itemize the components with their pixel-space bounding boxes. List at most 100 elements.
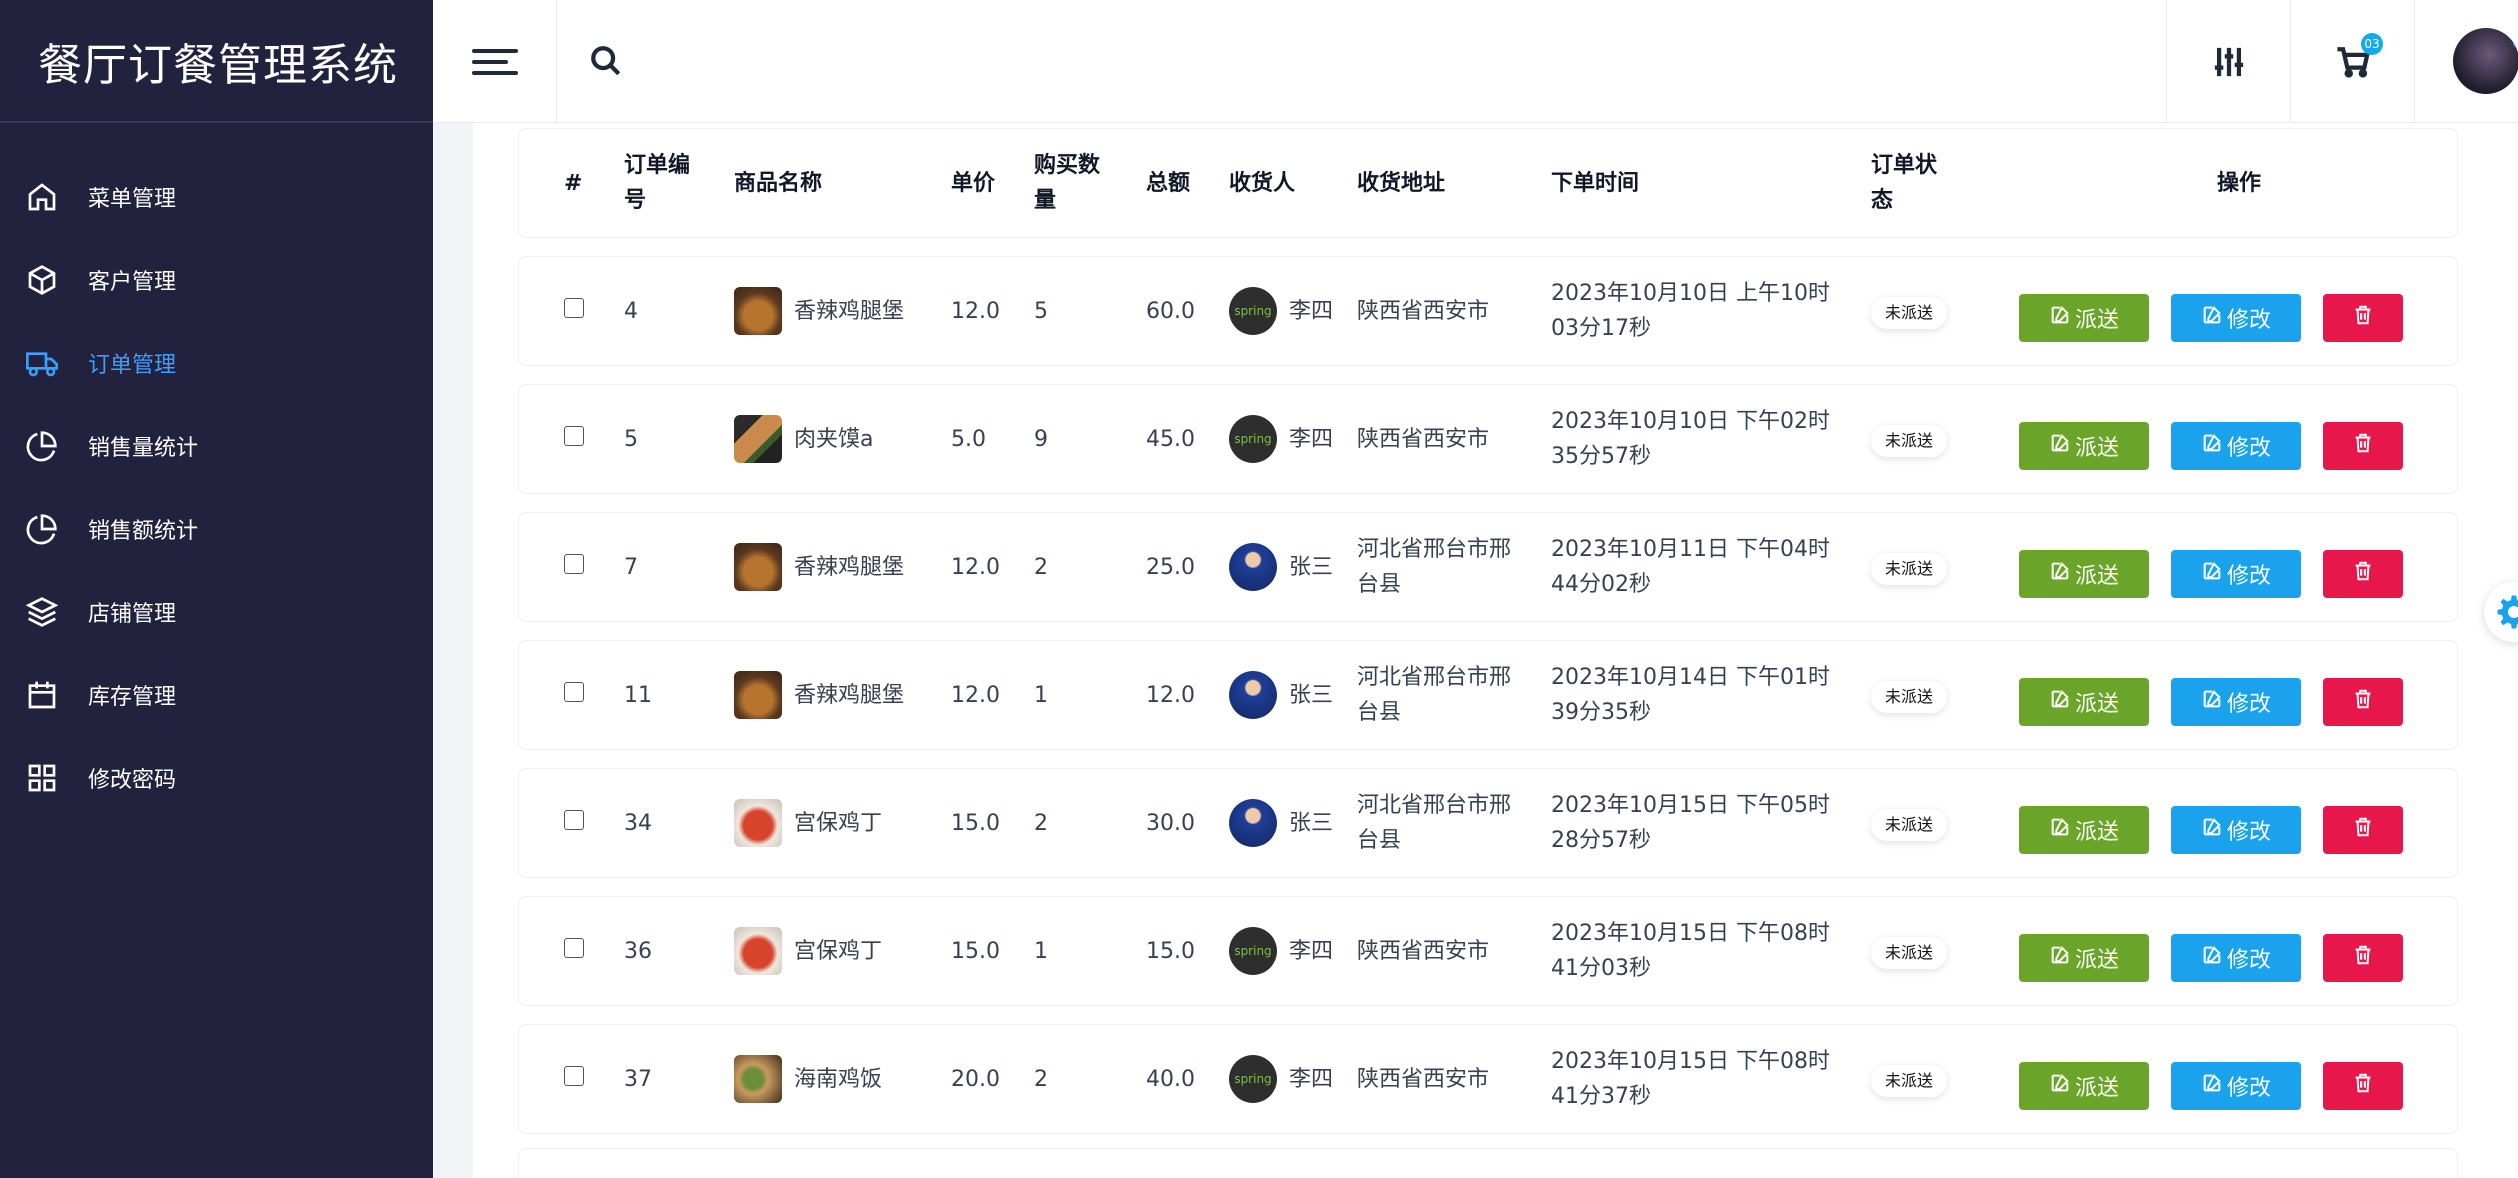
edit-button[interactable]: 修改 — [2171, 550, 2301, 598]
receiver-cell: spring 李四 — [1229, 1055, 1333, 1103]
pie-chart-icon — [26, 513, 58, 545]
product-cell: 香辣鸡腿堡 — [734, 287, 934, 335]
trash-icon — [2352, 304, 2374, 332]
receiver-avatar-label: spring — [1234, 1071, 1272, 1086]
unit-price: 15.0 — [951, 938, 1000, 964]
edit-icon — [2201, 1072, 2227, 1100]
user-avatar[interactable] — [2453, 28, 2518, 94]
product-cell: 香辣鸡腿堡 — [734, 671, 934, 719]
edit-button[interactable]: 修改 — [2171, 678, 2301, 726]
sidebar-item-menu[interactable]: 菜单管理 — [0, 155, 433, 238]
sidebar-item-stores[interactable]: 店铺管理 — [0, 570, 433, 653]
edit-button[interactable]: 修改 — [2171, 1062, 2301, 1110]
header-order-no: 订单编号 — [624, 153, 691, 213]
row-checkbox[interactable] — [564, 554, 584, 574]
delivery-address: 河北省邢台市邢台县 — [1357, 793, 1512, 853]
delete-button[interactable] — [2323, 806, 2403, 854]
dispatch-button[interactable]: 派送 — [2019, 550, 2149, 598]
sidebar-item-sales-volume[interactable]: 销售量统计 — [0, 404, 433, 487]
sidebar-item-label: 客户管理 — [88, 269, 177, 295]
row-checkbox-cell — [564, 298, 584, 318]
sidebar-item-sales-amount[interactable]: 销售额统计 — [0, 487, 433, 570]
table-row: 4 香辣鸡腿堡 12.0 5 60.0 spring 李四 陕西省西安市 2023年10月10日… — [518, 256, 2458, 366]
row-checkbox[interactable] — [564, 682, 584, 702]
grid-icon — [26, 762, 58, 794]
dispatch-button[interactable]: 派送 — [2019, 678, 2149, 726]
dispatch-button[interactable]: 派送 — [2019, 1062, 2149, 1110]
cart-button[interactable]: 03 — [2290, 0, 2414, 123]
unit-price: 12.0 — [951, 298, 1000, 324]
order-id: 5 — [624, 426, 638, 452]
product-name: 海南鸡饭 — [794, 1066, 883, 1092]
row-checkbox-cell — [564, 938, 584, 958]
row-checkbox-cell — [564, 554, 584, 574]
receiver-cell: spring 李四 — [1229, 415, 1333, 463]
table-row-partial — [518, 1148, 2458, 1178]
delivery-address: 陕西省西安市 — [1357, 938, 1490, 964]
trash-icon — [2352, 688, 2374, 716]
row-checkbox[interactable] — [564, 938, 584, 958]
edit-button[interactable]: 修改 — [2171, 806, 2301, 854]
sidebar-item-password[interactable]: 修改密码 — [0, 736, 433, 819]
cart-badge: 03 — [2361, 33, 2383, 55]
sidebar-item-customers[interactable]: 客户管理 — [0, 238, 433, 321]
table-header-row: # 订单编号 商品名称 单价 购买数量 总额 收货人 收货地址 下单时间 订单状… — [518, 128, 2458, 238]
receiver-name: 张三 — [1289, 682, 1334, 708]
row-checkbox[interactable] — [564, 810, 584, 830]
row-checkbox[interactable] — [564, 426, 584, 446]
header-qty: 购买数量 — [1034, 153, 1101, 213]
search-button[interactable] — [583, 38, 629, 84]
edit-icon — [2049, 944, 2075, 972]
sidebar-item-orders[interactable]: 订单管理 — [0, 321, 433, 404]
dispatch-button[interactable]: 派送 — [2019, 806, 2149, 854]
status-cell: 未派送 — [1871, 806, 1951, 841]
edit-button[interactable]: 修改 — [2171, 422, 2301, 470]
edit-icon — [2201, 560, 2227, 588]
menu-toggle-button[interactable] — [433, 0, 557, 123]
total-amount: 12.0 — [1146, 682, 1195, 708]
delete-button[interactable] — [2323, 934, 2403, 982]
row-checkbox[interactable] — [564, 298, 584, 318]
dispatch-label: 派送 — [2074, 563, 2119, 588]
delete-button[interactable] — [2323, 294, 2403, 342]
table-row: 34 宫保鸡丁 15.0 2 30.0 张三 河北省邢台市邢台县 2023年10月15日 下午… — [518, 768, 2458, 878]
dispatch-label: 派送 — [2074, 435, 2119, 460]
delete-button[interactable] — [2323, 550, 2403, 598]
receiver-avatar-label: spring — [1234, 431, 1272, 446]
order-id: 37 — [624, 1066, 652, 1092]
product-name: 香辣鸡腿堡 — [794, 298, 905, 324]
gear-icon — [2497, 595, 2518, 629]
receiver-name: 张三 — [1289, 554, 1334, 580]
orders-table: # 订单编号 商品名称 单价 购买数量 总额 收货人 收货地址 下单时间 订单状… — [518, 128, 2458, 1152]
product-thumbnail — [734, 671, 782, 719]
header-index: # — [564, 170, 583, 196]
dispatch-button[interactable]: 派送 — [2019, 934, 2149, 982]
status-cell: 未派送 — [1871, 1062, 1951, 1097]
delivery-address: 陕西省西安市 — [1357, 426, 1490, 452]
dispatch-button[interactable]: 派送 — [2019, 422, 2149, 470]
unit-price: 20.0 — [951, 1066, 1000, 1092]
product-name: 香辣鸡腿堡 — [794, 554, 905, 580]
receiver-avatar — [1229, 671, 1277, 719]
delete-button[interactable] — [2323, 678, 2403, 726]
settings-sliders-button[interactable] — [2166, 0, 2290, 123]
order-id: 11 — [624, 682, 652, 708]
delete-button[interactable] — [2323, 422, 2403, 470]
sidebar-item-inventory[interactable]: 库存管理 — [0, 653, 433, 736]
status-badge: 未派送 — [1871, 297, 1948, 329]
header-product: 商品名称 — [734, 170, 823, 196]
status-cell: 未派送 — [1871, 422, 1951, 457]
quantity: 2 — [1034, 1066, 1048, 1092]
receiver-avatar: spring — [1229, 1055, 1277, 1103]
edit-icon — [2049, 816, 2075, 844]
row-checkbox[interactable] — [564, 1066, 584, 1086]
dispatch-button[interactable]: 派送 — [2019, 294, 2149, 342]
product-name: 宫保鸡丁 — [794, 810, 883, 836]
delete-button[interactable] — [2323, 1062, 2403, 1110]
edit-icon — [2049, 688, 2075, 716]
edit-button[interactable]: 修改 — [2171, 934, 2301, 982]
edit-button[interactable]: 修改 — [2171, 294, 2301, 342]
top-header: 03 — [433, 0, 2518, 123]
receiver-avatar — [1229, 543, 1277, 591]
sidebar-item-label: 库存管理 — [88, 684, 177, 710]
